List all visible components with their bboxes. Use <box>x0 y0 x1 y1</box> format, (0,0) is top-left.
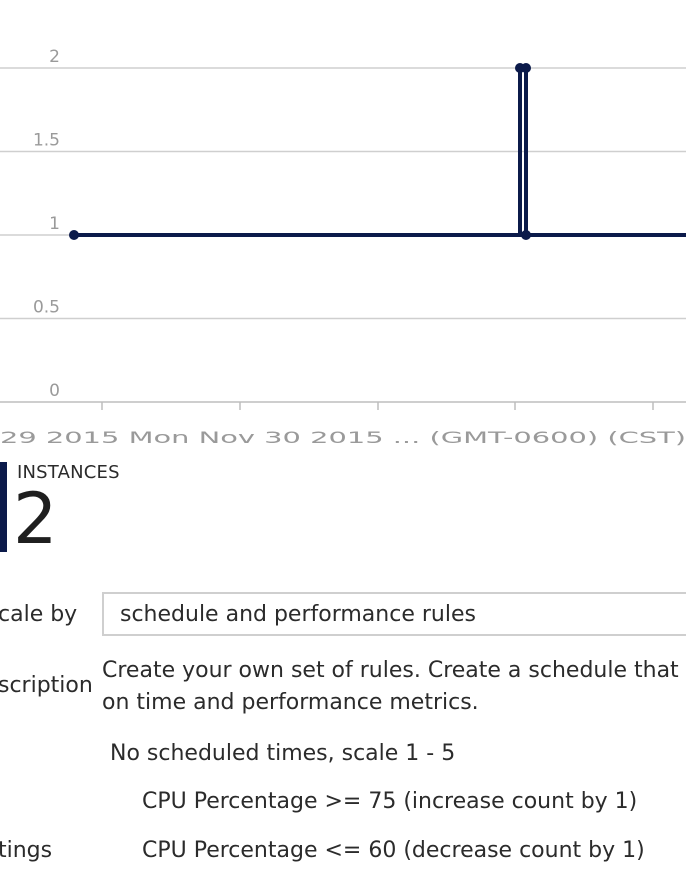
y-tick-label: 1 <box>49 214 60 234</box>
rule-increase[interactable]: CPU Percentage >= 75 (increase count by … <box>142 789 637 814</box>
instances-chart: 2 1.5 1 0.5 0 29 2015 Mon Nov 30 2015 ... (G… <box>0 47 686 447</box>
ytick-group: 2 1.5 1 0.5 0 <box>33 47 60 401</box>
x-tick-labels: 29 2015 Mon Nov 30 2015 ... (GMT-0600) (… <box>0 428 686 447</box>
description-line-2: on time and performance metrics. <box>102 690 479 715</box>
scale-by-label: cale by <box>0 602 78 627</box>
series-point <box>521 230 531 240</box>
schedule-summary: No scheduled times, scale 1 - 5 <box>110 741 456 766</box>
description-line-1: Create your own set of rules. Create a s… <box>102 658 686 683</box>
scale-by-select[interactable]: schedule and performance rules <box>102 592 686 636</box>
description-label: scription <box>0 673 93 698</box>
y-tick-label: 2 <box>49 47 60 67</box>
series-point <box>521 63 531 73</box>
y-tick-label: 0 <box>49 381 60 401</box>
autoscale-page: 2 1.5 1 0.5 0 29 2015 Mon Nov 30 2015 ... (G… <box>0 0 686 876</box>
series-point <box>69 230 79 240</box>
settings-label: tings <box>0 838 53 863</box>
instances-count: 2 <box>13 478 58 560</box>
grid-group <box>0 67 686 320</box>
rule-decrease[interactable]: CPU Percentage <= 60 (decrease count by … <box>142 838 645 863</box>
y-tick-label: 0.5 <box>33 298 60 318</box>
xtick-mark-group <box>101 402 654 410</box>
y-tick-label: 1.5 <box>33 131 60 151</box>
description-text: Create your own set of rules. Create a s… <box>102 655 686 719</box>
instances-accent-bar <box>0 462 7 552</box>
